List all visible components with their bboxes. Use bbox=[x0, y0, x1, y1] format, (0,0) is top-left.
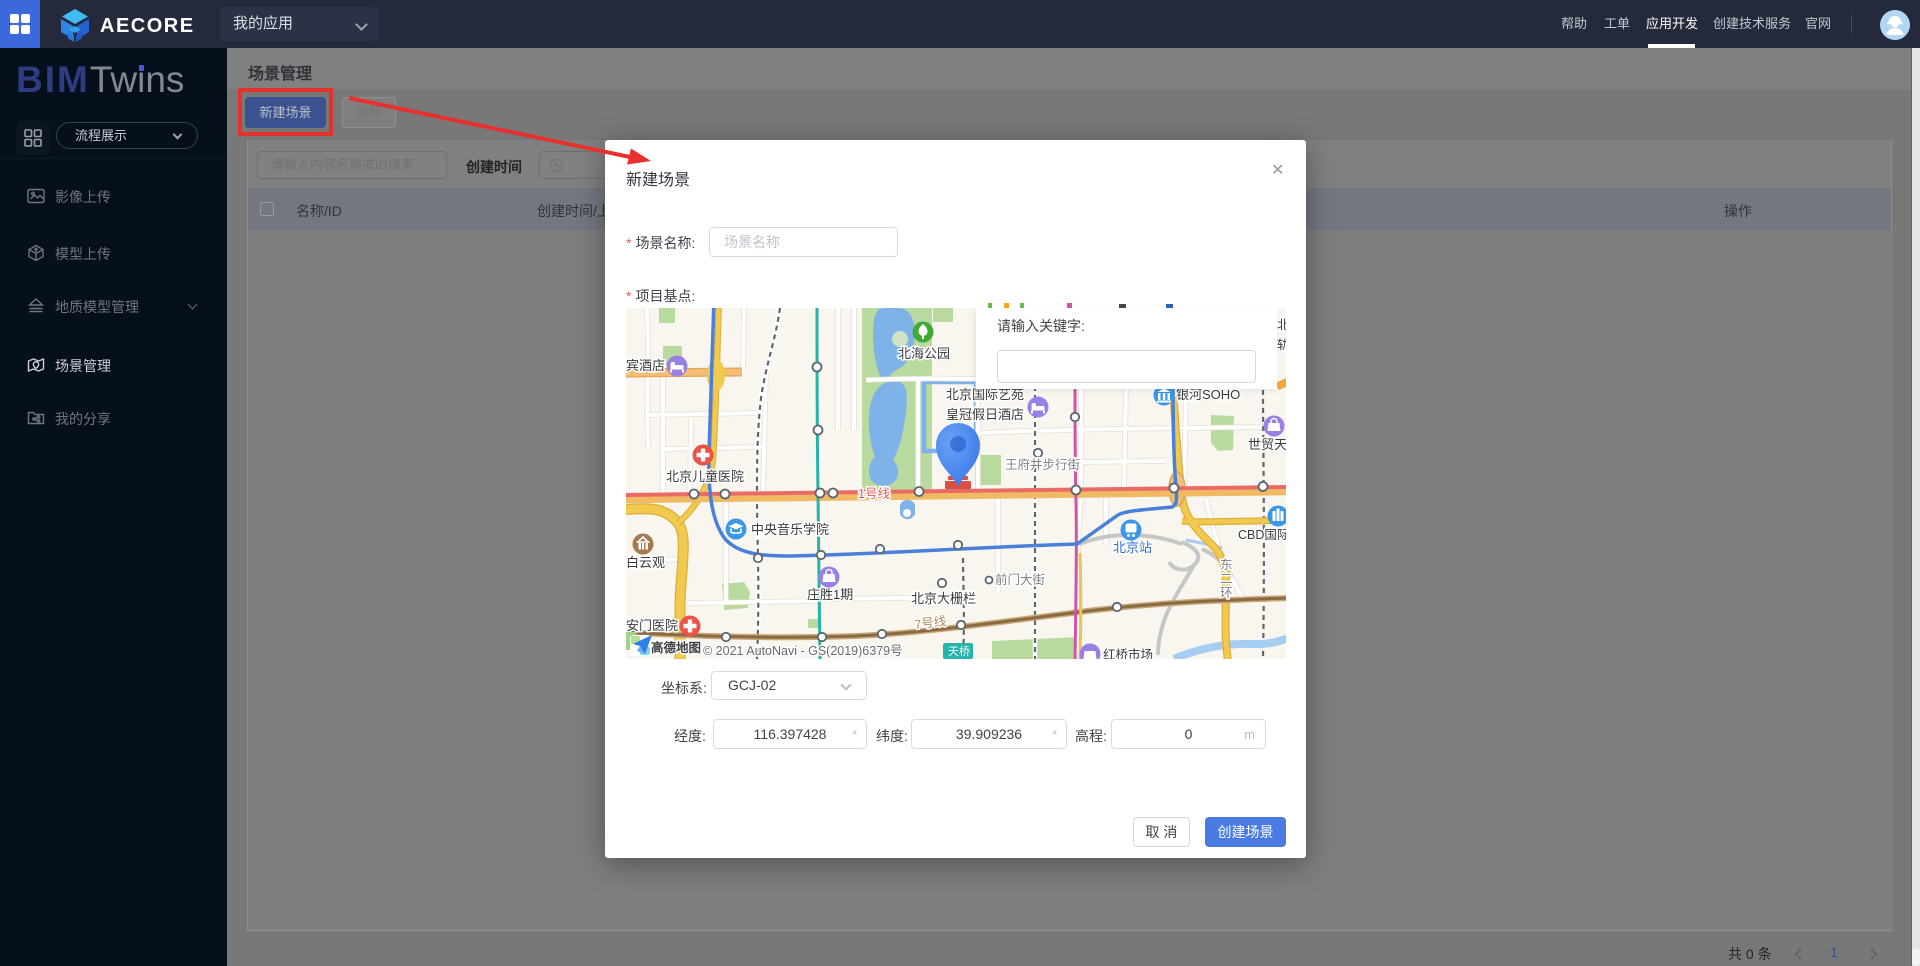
svg-text:北京大栅栏: 北京大栅栏 bbox=[911, 591, 976, 606]
svg-text:轨: 轨 bbox=[1277, 338, 1286, 352]
svg-text:中央音乐学院: 中央音乐学院 bbox=[751, 522, 829, 537]
svg-text:王府井步行街: 王府井步行街 bbox=[1005, 457, 1080, 472]
svg-text:1号线: 1号线 bbox=[858, 487, 890, 501]
svg-text:前门大街: 前门大街 bbox=[995, 572, 1045, 587]
svg-text:世贸天: 世贸天 bbox=[1248, 437, 1286, 452]
svg-text:白云观: 白云观 bbox=[626, 555, 665, 570]
svg-text:环: 环 bbox=[1220, 586, 1233, 600]
svg-text:皇冠假日酒店: 皇冠假日酒店 bbox=[946, 407, 1024, 422]
svg-text:北海公园: 北海公园 bbox=[898, 346, 950, 361]
svg-text:安门医院: 安门医院 bbox=[626, 618, 678, 633]
svg-text:北京国际艺苑: 北京国际艺苑 bbox=[946, 387, 1024, 402]
svg-text:高德地图: 高德地图 bbox=[651, 640, 701, 655]
svg-text:北京儿童医院: 北京儿童医院 bbox=[666, 469, 744, 484]
svg-text:东: 东 bbox=[1220, 558, 1233, 572]
svg-text:二: 二 bbox=[1220, 572, 1233, 586]
svg-text:银河SOHO: 银河SOHO bbox=[1176, 387, 1240, 402]
svg-text:庄胜1期: 庄胜1期 bbox=[807, 587, 853, 602]
svg-text:红桥市场: 红桥市场 bbox=[1103, 647, 1153, 659]
svg-text:北京站: 北京站 bbox=[1113, 540, 1152, 555]
svg-text:CBD国际: CBD国际 bbox=[1238, 528, 1286, 542]
svg-text:天桥: 天桥 bbox=[948, 645, 970, 658]
svg-text:北: 北 bbox=[1277, 318, 1286, 332]
svg-text:宾酒店: 宾酒店 bbox=[626, 358, 665, 373]
svg-text:© 2021 AutoNavi - GS(2019)6379: © 2021 AutoNavi - GS(2019)6379号 bbox=[703, 644, 903, 658]
